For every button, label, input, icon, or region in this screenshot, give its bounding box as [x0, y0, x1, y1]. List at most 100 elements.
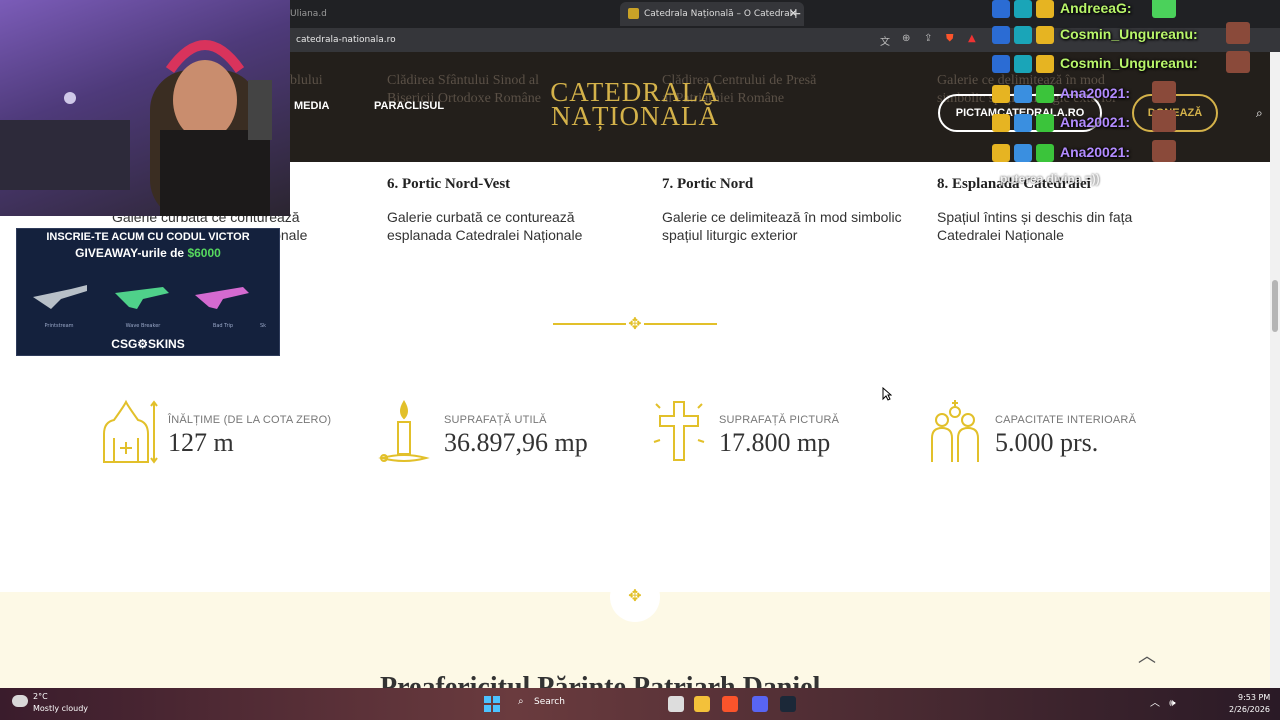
gift-badge-icon [1036, 85, 1054, 103]
people-icon [931, 400, 979, 462]
stat-value: 17.800 mp [719, 428, 831, 457]
portic-desc: Galerie curbată ce conturează esplanada … [387, 209, 583, 243]
chat-username: Ana20021: [1060, 144, 1131, 160]
ad-headline: INSCRIE-TE ACUM CU CODUL VICTOR [46, 231, 250, 243]
cross-icon [653, 401, 705, 461]
sub-badge-icon [1014, 114, 1032, 132]
mouse-cursor-icon [882, 387, 892, 401]
hammer-badge-icon [992, 26, 1010, 44]
taskbar-search[interactable]: ⌕ Search [512, 694, 662, 714]
emote-icon [1152, 81, 1176, 103]
search-icon[interactable]: ⌕ [1256, 106, 1263, 121]
ornament-cross-icon: ✥ [610, 572, 660, 622]
clock-date[interactable]: 2/26/2026 [1229, 705, 1270, 714]
webcam-image [0, 40, 272, 216]
crown-badge-icon [992, 85, 1010, 103]
sponsor-ad[interactable]: INSCRIE-TE ACUM CU CODUL VICTOR GIVEAWAY… [16, 228, 280, 356]
chevron-up-icon[interactable]: ︿ [1150, 698, 1160, 709]
bits-badge-icon [1014, 26, 1032, 44]
vip-badge-icon [1036, 26, 1054, 44]
scrollbar-thumb[interactable] [1272, 280, 1278, 332]
streamer-webcam [0, 0, 290, 216]
stat-label: SUPRAFAȚĂ PICTURĂ [719, 414, 840, 426]
skin-image [195, 287, 249, 309]
discord-icon[interactable] [752, 696, 768, 712]
tab-active[interactable]: Catedrala Națională – O Catedral ✕ [620, 2, 804, 26]
windows-taskbar: 2°C Mostly cloudy ⌕ Search ︿ 🕪 9:53 PM 2… [0, 688, 1280, 720]
sub-badge-icon [1014, 85, 1032, 103]
sub-badge-icon [1014, 144, 1032, 162]
shield-icon[interactable]: ⛊ [946, 33, 954, 44]
cloud-icon[interactable] [12, 695, 28, 707]
search-label: Search [534, 697, 565, 707]
chat-username: Ana20021: [1060, 114, 1131, 130]
new-tab-button[interactable]: + [790, 2, 802, 26]
crown-badge-icon [992, 114, 1010, 132]
emote-icon [1152, 0, 1176, 18]
bits-badge-icon [1014, 0, 1032, 18]
weather-description[interactable]: Mostly cloudy [33, 704, 88, 713]
tab-title: Catedrala Națională – O Catedral [644, 9, 793, 19]
portic-title: 6. Portic Nord-Vest [387, 176, 511, 192]
ad-brand-logo: CSG⚙SKINS [111, 337, 185, 351]
tab-previous[interactable]: Uliana.d [290, 2, 330, 26]
ornament-cross-icon: ✥ [626, 315, 644, 333]
bits-badge-icon [1014, 55, 1032, 73]
ghost-text: blului [290, 73, 323, 88]
scroll-to-top-icon[interactable]: ︿ [1138, 642, 1156, 668]
ad-subline: GIVEAWAY-urile de $6000 [17, 246, 279, 260]
crown-badge-icon [992, 144, 1010, 162]
hammer-badge-icon [992, 0, 1010, 18]
file-explorer-icon[interactable] [668, 696, 684, 712]
speaker-icon[interactable]: 🕪 [1169, 698, 1175, 709]
stat-value: 127 m [168, 428, 234, 457]
ghost-text: Clădirea Sfântului Sinod al [387, 73, 540, 88]
cathedral-height-icon [103, 399, 158, 464]
rewards-icon[interactable]: ▲ [968, 33, 976, 44]
nav-paraclisul[interactable]: PARACLISUL [374, 100, 444, 112]
gift-badge-icon [1036, 144, 1054, 162]
brave-browser-icon[interactable] [722, 696, 738, 712]
zoom-icon[interactable]: ⊕ [902, 33, 910, 44]
chat-username: AndreeaG: [1060, 0, 1132, 16]
page-scrollbar[interactable] [1270, 52, 1280, 688]
stat-value: 36.897,96 mp [444, 428, 588, 457]
hammer-badge-icon [992, 55, 1010, 73]
stat-value: 5.000 prs. [995, 428, 1099, 457]
portic-desc: Spațiul întins și deschis din fața Cated… [937, 209, 1133, 243]
emote-icon [1152, 110, 1176, 132]
nav-media[interactable]: MEDIA [294, 100, 329, 112]
stat-label: ÎNĂLȚIME (DE LA COTA ZERO) [168, 414, 332, 426]
translate-icon[interactable]: 文 [880, 33, 890, 48]
ad-subline-text: GIVEAWAY-urile de [75, 246, 188, 260]
vip-badge-icon [1036, 0, 1054, 18]
chat-username: Cosmin_Ungureanu: [1060, 55, 1198, 71]
gift-badge-icon [1036, 114, 1054, 132]
candle-icon [378, 400, 430, 462]
weather-temperature[interactable]: 2°C [33, 692, 48, 701]
emote-icon [1152, 140, 1176, 162]
portic-desc: Galerie ce delimitează în mod simbolic s… [662, 209, 902, 243]
vip-badge-icon [1036, 55, 1054, 73]
skin-name: Wave Breaker [125, 323, 161, 329]
clock-time[interactable]: 9:53 PM [1238, 693, 1270, 702]
folder-icon[interactable] [694, 696, 710, 712]
emote-icon [1226, 51, 1250, 73]
portic-title: 7. Portic Nord [662, 176, 754, 192]
system-tray[interactable]: ︿ 🕪 [1150, 694, 1176, 709]
share-icon[interactable]: ⇪ [924, 33, 932, 44]
search-icon: ⌕ [518, 696, 524, 707]
url-text: catedrala-nationala.ro [296, 35, 396, 45]
skin-image [115, 287, 169, 309]
logo-line2: NAȚIONALĂ [551, 101, 719, 131]
chat-username: Ana20021: [1060, 85, 1131, 101]
skin-name: Bad Trip [212, 323, 234, 329]
skin-image [33, 285, 87, 309]
skin-name: Sk [259, 323, 267, 329]
start-button-icon[interactable] [484, 696, 500, 712]
stat-label: SUPRAFAȚĂ UTILĂ [444, 414, 547, 426]
site-logo[interactable]: CATEDRALA NAȚIONALĂ [545, 79, 725, 131]
steam-icon[interactable] [780, 696, 796, 712]
favicon-icon [628, 8, 639, 19]
skin-name: Printstream [44, 323, 74, 329]
